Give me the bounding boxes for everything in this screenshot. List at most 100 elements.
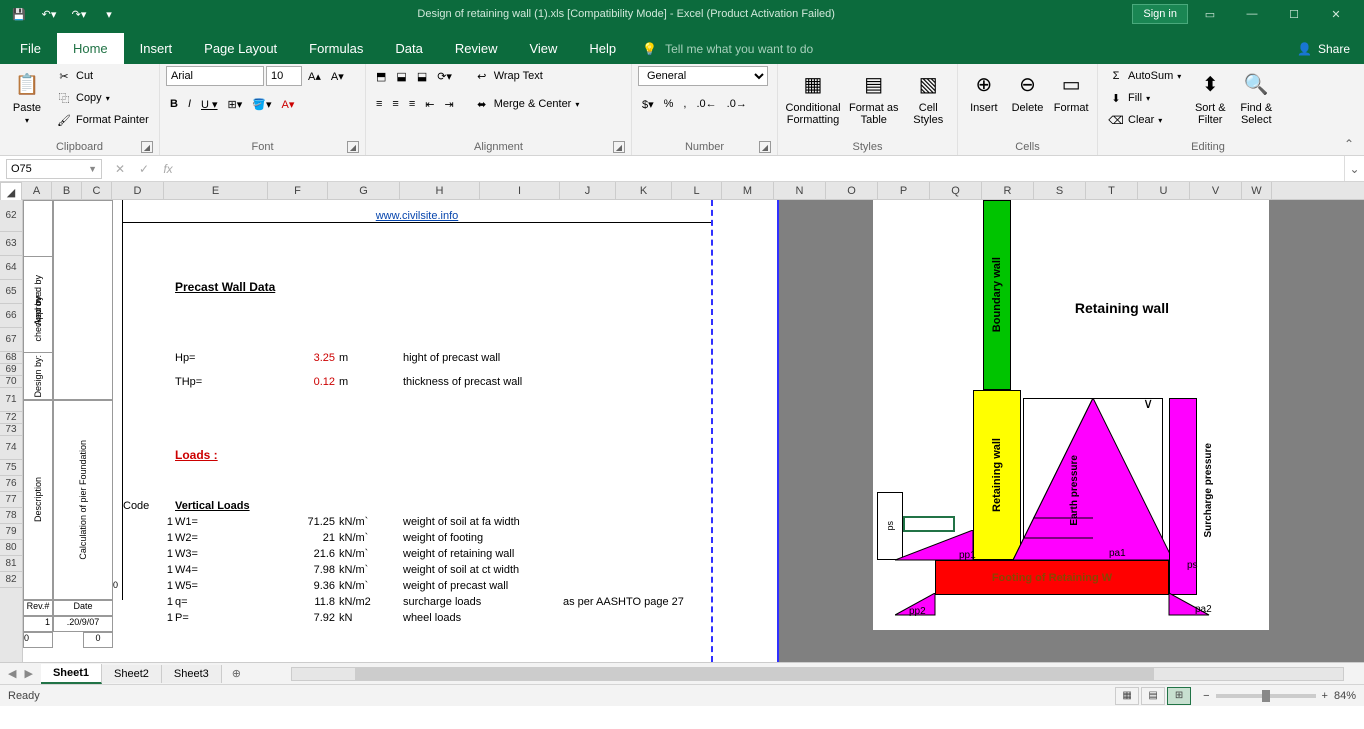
row-header[interactable]: 74 [0, 436, 22, 460]
row-header[interactable]: 76 [0, 476, 22, 492]
sheet-tab-3[interactable]: Sheet3 [162, 665, 222, 683]
row-header[interactable]: 72 [0, 412, 22, 424]
row-header[interactable]: 82 [0, 572, 22, 588]
column-header[interactable]: W [1242, 182, 1272, 199]
tab-formulas[interactable]: Formulas [293, 33, 379, 64]
align-bottom-button[interactable]: ⬓ [413, 66, 431, 86]
row-header[interactable]: 64 [0, 256, 22, 280]
bold-button[interactable]: B [166, 94, 182, 114]
font-color-button[interactable]: A▾ [278, 94, 299, 114]
column-header[interactable]: E [164, 182, 268, 199]
column-header[interactable]: G [328, 182, 400, 199]
increase-font-button[interactable]: A▴ [304, 66, 325, 86]
underline-button[interactable]: U ▾ [197, 94, 222, 114]
paste-button[interactable]: 📋Paste▾ [6, 66, 48, 127]
percent-format-button[interactable]: % [660, 94, 678, 114]
minimize-icon[interactable]: — [1232, 2, 1272, 26]
column-header[interactable]: T [1086, 182, 1138, 199]
cut-button[interactable]: ✂Cut [52, 66, 153, 86]
font-launcher-icon[interactable]: ◢ [347, 141, 359, 153]
undo-icon[interactable]: ↶▾ [38, 3, 60, 25]
spreadsheet-grid[interactable]: ◢ ABCDEFGHIJKLMNOPQRSTUVW 62636465666768… [0, 182, 1364, 662]
row-header[interactable]: 70 [0, 376, 22, 388]
align-middle-button[interactable]: ⬓ [392, 66, 410, 86]
column-header[interactable]: D [112, 182, 164, 199]
column-header[interactable]: N [774, 182, 826, 199]
row-header[interactable]: 65 [0, 280, 22, 304]
share-button[interactable]: 👤Share [1283, 34, 1364, 64]
accounting-format-button[interactable]: $▾ [638, 94, 658, 114]
column-header[interactable]: H [400, 182, 480, 199]
column-header[interactable]: K [616, 182, 672, 199]
row-header[interactable]: 77 [0, 492, 22, 508]
tell-me-input[interactable]: Tell me what you want to do [665, 42, 813, 56]
qat-customize-icon[interactable]: ▾ [98, 3, 120, 25]
maximize-icon[interactable]: ☐ [1274, 2, 1314, 26]
row-header[interactable]: 79 [0, 524, 22, 540]
select-all-button[interactable]: ◢ [0, 182, 22, 202]
italic-button[interactable]: I [184, 94, 195, 114]
find-select-button[interactable]: 🔍Find & Select [1235, 66, 1277, 128]
column-header[interactable]: A [22, 182, 52, 199]
page-layout-view-button[interactable]: ▤ [1141, 687, 1165, 705]
delete-cells-button[interactable]: ⊖Delete [1008, 66, 1048, 116]
align-left-button[interactable]: ≡ [372, 94, 386, 114]
format-cells-button[interactable]: ▭Format [1051, 66, 1091, 116]
row-header[interactable]: 73 [0, 424, 22, 436]
tab-data[interactable]: Data [379, 33, 438, 64]
row-header[interactable]: 78 [0, 508, 22, 524]
decrease-decimal-button[interactable]: .0→ [723, 94, 751, 114]
horizontal-scrollbar[interactable] [291, 667, 1344, 681]
cancel-formula-icon[interactable]: ✕ [108, 162, 132, 176]
name-box[interactable]: O75▼ [6, 159, 102, 179]
tab-view[interactable]: View [513, 33, 573, 64]
border-button[interactable]: ⊞▾ [224, 94, 247, 114]
redo-icon[interactable]: ↷▾ [68, 3, 90, 25]
sign-in-button[interactable]: Sign in [1132, 4, 1188, 24]
column-header[interactable]: U [1138, 182, 1190, 199]
add-sheet-button[interactable]: ⊕ [222, 667, 251, 680]
sort-filter-button[interactable]: ⬍Sort & Filter [1189, 66, 1231, 128]
format-table-button[interactable]: ▤Format as Table [846, 66, 901, 128]
font-size-select[interactable] [266, 66, 302, 86]
column-header[interactable]: C [82, 182, 112, 199]
normal-view-button[interactable]: ▦ [1115, 687, 1139, 705]
save-icon[interactable]: 💾 [8, 3, 30, 25]
zoom-thumb[interactable] [1262, 690, 1270, 702]
tab-file[interactable]: File [4, 33, 57, 64]
column-header[interactable]: B [52, 182, 82, 199]
sheet-tab-1[interactable]: Sheet1 [41, 664, 102, 684]
row-header[interactable]: 69 [0, 364, 22, 376]
align-center-button[interactable]: ≡ [388, 94, 402, 114]
zoom-out-button[interactable]: − [1203, 690, 1209, 702]
row-header[interactable]: 66 [0, 304, 22, 328]
column-header[interactable]: R [982, 182, 1034, 199]
row-header[interactable]: 67 [0, 328, 22, 352]
format-painter-button[interactable]: 🖌Format Painter [52, 110, 153, 130]
tab-review[interactable]: Review [439, 33, 514, 64]
conditional-formatting-button[interactable]: ▦Conditional Formatting [784, 66, 842, 128]
row-header[interactable]: 63 [0, 232, 22, 256]
column-header[interactable]: P [878, 182, 930, 199]
zoom-slider[interactable] [1216, 694, 1316, 698]
tab-help[interactable]: Help [573, 33, 632, 64]
link-cell[interactable]: www.civilsite.info [123, 208, 711, 223]
row-header[interactable]: 80 [0, 540, 22, 556]
row-header[interactable]: 71 [0, 388, 22, 412]
row-header[interactable]: 68 [0, 352, 22, 364]
chevron-down-icon[interactable]: ▼ [88, 164, 97, 174]
autosum-button[interactable]: ΣAutoSum▾ [1104, 66, 1185, 86]
font-name-select[interactable] [166, 66, 264, 86]
number-launcher-icon[interactable]: ◢ [759, 141, 771, 153]
accept-formula-icon[interactable]: ✓ [132, 162, 156, 176]
column-header[interactable]: S [1034, 182, 1086, 199]
sheet-nav-next-icon[interactable]: ▶ [20, 667, 36, 680]
column-header[interactable]: J [560, 182, 616, 199]
column-header[interactable]: V [1190, 182, 1242, 199]
fill-color-button[interactable]: 🪣▾ [248, 94, 275, 114]
alignment-launcher-icon[interactable]: ◢ [613, 141, 625, 153]
column-header[interactable]: L [672, 182, 722, 199]
sheet-tab-2[interactable]: Sheet2 [102, 665, 162, 683]
clear-button[interactable]: ⌫Clear▾ [1104, 110, 1185, 130]
align-right-button[interactable]: ≡ [405, 94, 419, 114]
